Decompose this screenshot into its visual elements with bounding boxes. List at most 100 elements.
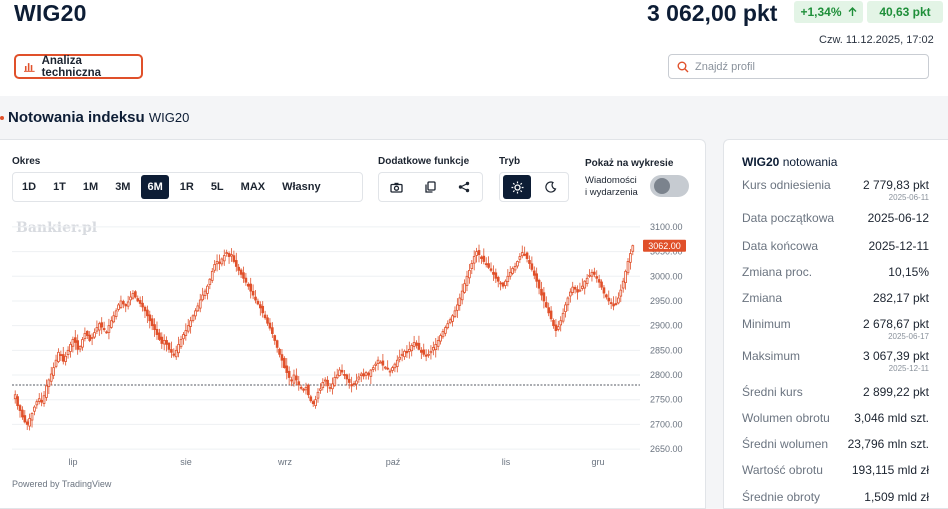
period-3m-button[interactable]: 3M [109, 175, 136, 199]
candle [391, 367, 394, 371]
screenshot-button[interactable] [382, 175, 410, 199]
period-custom-button[interactable]: Własny [276, 175, 327, 199]
y-tick-label: 2900.00 [650, 321, 683, 331]
candle [326, 379, 329, 387]
candle [234, 260, 238, 267]
candle [172, 353, 176, 356]
candle [259, 304, 262, 309]
candle [593, 271, 596, 275]
extra-functions-group [378, 172, 483, 202]
candle [535, 273, 538, 282]
candle [448, 319, 452, 324]
candle [417, 342, 421, 350]
candle [215, 261, 219, 265]
candle [482, 255, 486, 262]
candle [432, 346, 435, 351]
light-mode-button[interactable] [503, 175, 531, 199]
y-tick-label: 2800.00 [650, 370, 683, 380]
dark-mode-button[interactable] [537, 175, 565, 199]
candle [383, 366, 387, 369]
candle [451, 315, 454, 322]
section-dot-icon [0, 116, 4, 121]
period-1d-button[interactable]: 1D [16, 175, 42, 199]
candle [415, 342, 418, 346]
candle [347, 378, 351, 383]
period-1r-button[interactable]: 1R [174, 175, 200, 199]
candle [456, 304, 459, 311]
candle [398, 356, 402, 360]
copy-button[interactable] [416, 175, 444, 199]
candle [138, 300, 142, 304]
candle [28, 418, 31, 427]
candle [285, 365, 289, 373]
candle [314, 399, 317, 407]
candle [242, 272, 245, 279]
period-1t-button[interactable]: 1T [47, 175, 72, 199]
chart-panel: Okres 1D 1T 1M 3M 6M 1R 5L MAX Własny Do… [0, 139, 706, 509]
quote-stats-panel: WIG20 notowania Kurs odniesienia 2 779,83… [723, 139, 948, 509]
candle [319, 388, 322, 391]
period-1m-button[interactable]: 1M [77, 175, 104, 199]
candle [49, 373, 53, 382]
candle [124, 303, 128, 307]
period-6m-button[interactable]: 6M [141, 175, 169, 199]
candle [105, 331, 108, 334]
candle [203, 290, 207, 296]
stat-label: Średni wolumen [742, 437, 829, 451]
candle [362, 373, 365, 377]
x-tick-label: gru [591, 457, 604, 467]
candle [407, 348, 411, 352]
candle [237, 266, 241, 271]
stat-value: 282,17 pkt [872, 291, 929, 305]
news-toggle-line2: i wydarzenia [585, 187, 638, 198]
candle [477, 250, 481, 255]
candle [569, 291, 572, 297]
candle [194, 310, 197, 317]
stats-title-rest: notowania [782, 155, 838, 169]
mode-label: Tryb [499, 156, 521, 167]
candle [388, 370, 392, 373]
candle [93, 332, 96, 338]
candle [189, 320, 192, 327]
arrow-up-icon [848, 7, 857, 16]
period-5l-button[interactable]: 5L [205, 175, 230, 199]
news-toggle[interactable] [650, 175, 689, 197]
candle [107, 325, 111, 333]
section-title-text: Notowania indeksu [8, 109, 145, 126]
candle [444, 327, 447, 334]
candle [35, 401, 39, 406]
stat-value: 2 678,67 pkt [862, 317, 929, 331]
candle [525, 252, 529, 259]
price-chart[interactable]: 3100.003050.003000.002950.002900.002850.… [0, 222, 705, 474]
candle [554, 324, 558, 331]
candle [364, 372, 368, 376]
candle [283, 357, 286, 369]
candle [179, 339, 183, 348]
candle [501, 282, 505, 287]
profile-search-input[interactable]: Znajdź profil [668, 54, 929, 79]
period-max-button[interactable]: MAX [235, 175, 271, 199]
candle [612, 303, 615, 307]
stat-date: 2025-06-11 [888, 193, 929, 202]
candle [571, 286, 575, 293]
powered-by-link[interactable]: Powered by TradingView [12, 479, 111, 489]
candle [302, 388, 305, 391]
candle [76, 340, 79, 350]
stat-value: 2 899,22 pkt [862, 385, 929, 399]
candle [244, 277, 248, 283]
candle [129, 296, 132, 301]
candle [196, 305, 200, 312]
technical-analysis-button[interactable]: Analiza techniczna [14, 54, 143, 79]
candle [544, 302, 548, 308]
candle [218, 261, 221, 264]
candle [590, 271, 594, 277]
candle [316, 391, 320, 399]
candle [492, 271, 495, 275]
candle [619, 289, 623, 297]
candle [85, 330, 89, 336]
candle [422, 349, 426, 355]
candle [220, 258, 224, 265]
moon-icon [545, 181, 557, 193]
share-button[interactable] [450, 175, 478, 199]
y-tick-label: 2750.00 [650, 395, 683, 405]
